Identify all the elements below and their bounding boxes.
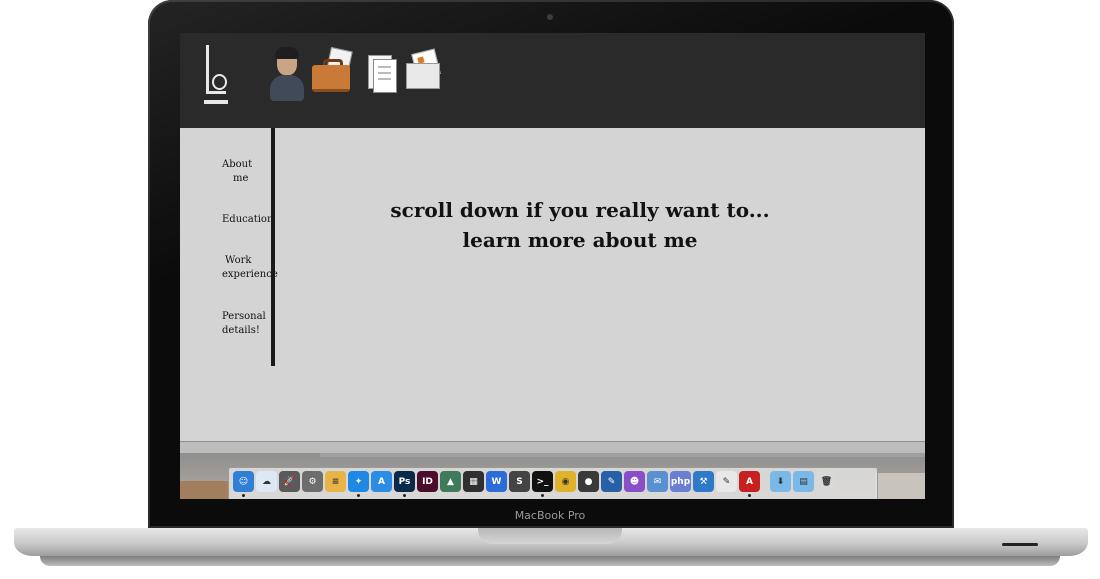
photos-icon[interactable]: ▲ [440, 471, 461, 492]
launchpad-icon[interactable]: 🚀 [279, 471, 300, 492]
system-preferences-icon[interactable]: ⚙ [302, 471, 323, 492]
nav-work-experience[interactable]: Work experience [222, 254, 278, 282]
lid-notch [478, 528, 622, 544]
terminal-icon[interactable]: >_ [532, 471, 553, 497]
nav-education[interactable]: Education [222, 213, 273, 227]
app-store-icon[interactable]: A [371, 471, 392, 492]
documents-icon[interactable] [362, 47, 400, 101]
mail-icon[interactable]: ✉ [647, 471, 668, 492]
running-indicator [403, 494, 406, 497]
indesign-icon[interactable]: ID [417, 471, 438, 492]
dock-separator [762, 471, 768, 497]
documents-folder-icon[interactable]: ▤ [793, 471, 814, 492]
site-logo[interactable] [202, 45, 234, 105]
steam-icon[interactable]: ● [578, 471, 599, 492]
running-indicator [357, 494, 360, 497]
github-icon[interactable]: ☻ [624, 471, 645, 492]
nav-divider [271, 128, 275, 366]
running-indicator [242, 494, 245, 497]
photoshop-icon[interactable]: Ps [394, 471, 415, 497]
dock: ☺ ☁ 🚀 ⚙ ≡ ✦ A Ps ID ▲ ▦ W S >_ ◉ ● ✎ ☻ ✉ php ⚒ ✎ A ⬇ ▤ 🗑 [228, 467, 878, 499]
sleep-indicator [1002, 543, 1038, 546]
side-nav: About me Education Work experience Perso… [180, 128, 278, 368]
trash-icon[interactable]: 🗑 [816, 471, 837, 492]
running-indicator [541, 494, 544, 497]
php-icon[interactable]: php [670, 471, 691, 492]
running-indicator [748, 494, 751, 497]
nav-personal-details[interactable]: Personal details! [222, 310, 270, 338]
downloads-folder-icon[interactable]: ⬇ [770, 471, 791, 492]
user-avatar-icon[interactable] [268, 47, 306, 101]
briefcase-icon[interactable] [312, 47, 353, 101]
xcode-icon[interactable]: ⚒ [693, 471, 714, 492]
site-header [180, 33, 925, 128]
nav-about-me[interactable]: About me [222, 158, 270, 186]
safari-icon[interactable]: ✦ [348, 471, 369, 497]
notes-icon[interactable]: ≡ [325, 471, 346, 492]
screen: About me Education Work experience Perso… [180, 33, 925, 499]
sublime-icon[interactable]: S [509, 471, 530, 492]
icloud-icon[interactable]: ☁ [256, 471, 277, 492]
pages-icon[interactable]: ✎ [716, 471, 737, 492]
final-cut-icon[interactable]: ▦ [463, 471, 484, 492]
camera [547, 14, 553, 20]
chrome-icon[interactable]: ◉ [555, 471, 576, 492]
device-brand-label: MacBook Pro [514, 509, 586, 522]
finder-icon[interactable]: ☺ [233, 471, 254, 497]
word-icon[interactable]: W [486, 471, 507, 492]
acrobat-icon[interactable]: A [739, 471, 760, 497]
hero-headline: scroll down if you really want to... lea… [390, 198, 770, 252]
wireshark-icon[interactable]: ✎ [601, 471, 622, 492]
envelope-icon[interactable] [404, 47, 442, 101]
